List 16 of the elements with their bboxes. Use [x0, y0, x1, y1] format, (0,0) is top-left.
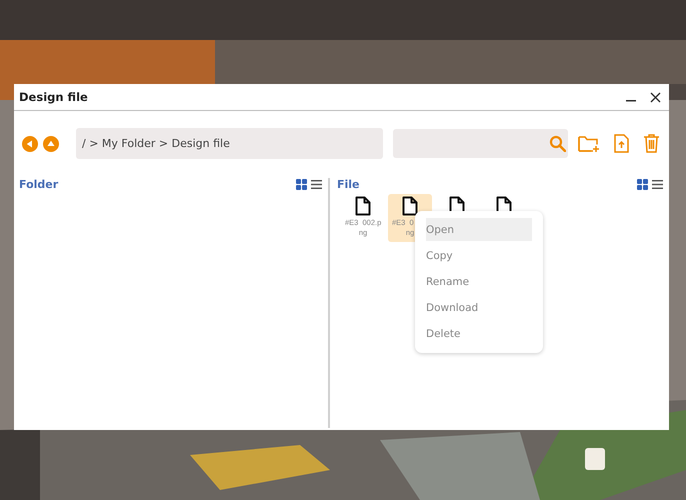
menu-item[interactable]: Rename	[426, 270, 532, 293]
grid-view-button[interactable]	[296, 179, 307, 190]
search-field[interactable]	[393, 129, 568, 158]
grid-view-button[interactable]	[637, 179, 648, 190]
path-field[interactable]: / > My Folder > Design file	[76, 128, 383, 159]
menu-item[interactable]: Delete	[426, 322, 532, 345]
list-view-button[interactable]	[311, 179, 322, 190]
menu-item[interactable]: Download	[426, 296, 532, 319]
file-icon	[355, 196, 371, 216]
menu-item[interactable]: Open	[426, 218, 532, 241]
menu-item[interactable]: Copy	[426, 244, 532, 267]
list-view-button[interactable]	[652, 179, 663, 190]
folder-panel-title: Folder	[19, 178, 60, 191]
file-panel-title: File	[337, 178, 361, 191]
window-title: Design file	[19, 90, 89, 104]
close-button[interactable]	[648, 90, 663, 104]
